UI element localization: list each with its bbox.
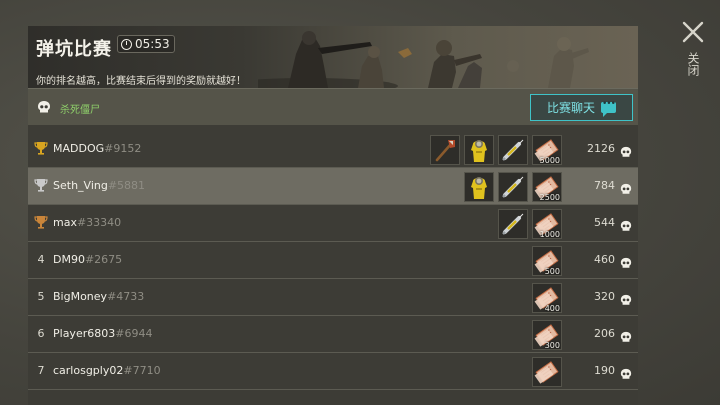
reward-quantity: 1000: [539, 230, 560, 239]
leaderboard-row[interactable]: 4 DM90#2675 500 460: [28, 242, 638, 279]
kill-score: 2126: [587, 142, 615, 155]
skull-icon: [38, 101, 50, 113]
leaderboard-row[interactable]: 6 Player6803#6944 300 206: [28, 316, 638, 353]
player-name-text: max: [53, 216, 77, 229]
player-name-text: BigMoney: [53, 290, 108, 303]
leaderboard-row[interactable]: 7 carlosgply02#7710 190: [28, 353, 638, 390]
event-subtitle: 你的排名越高，比赛结束后得到的奖励就越好！: [36, 76, 246, 87]
reward-quantity: 5000: [539, 156, 560, 165]
gold-trophy-icon: [33, 140, 49, 158]
kill-score: 784: [594, 179, 615, 192]
close-label[interactable]: 关闭: [686, 52, 700, 76]
reward-quantity: 400: [544, 304, 560, 313]
reward-slot[interactable]: [498, 172, 528, 202]
player-name-text: MADDOG: [53, 142, 105, 155]
player-name[interactable]: DM90#2675: [53, 253, 122, 266]
zombie-artwork: [258, 31, 589, 88]
reward-slot[interactable]: [498, 209, 528, 239]
player-tag: #5881: [107, 179, 146, 192]
objective-label: 杀死僵尸: [60, 105, 100, 116]
player-tag: #33340: [76, 216, 122, 229]
reward-slot[interactable]: [532, 357, 562, 387]
player-name[interactable]: carlosgply02#7710: [53, 364, 161, 377]
reward-slot[interactable]: 2500: [532, 172, 562, 202]
player-name[interactable]: MADDOG#9152: [53, 142, 141, 155]
player-name[interactable]: max#33340: [53, 216, 121, 229]
leaderboard-row[interactable]: Seth_Ving#5881 2500 784: [28, 168, 638, 205]
leaderboard-row[interactable]: max#33340 1000 544: [28, 205, 638, 242]
event-banner: 弹坑比赛 05:53 你的排名越高，比赛结束后得到的奖励就越好！: [28, 26, 638, 88]
reward-slot[interactable]: 300: [532, 320, 562, 350]
player-name-text: Player6803: [53, 327, 116, 340]
skull-icon: [620, 217, 632, 236]
kill-score: 206: [594, 327, 615, 340]
rank-number: 4: [37, 253, 45, 266]
timer-value: 05:53: [135, 37, 170, 51]
player-name-text: Seth_Ving: [53, 179, 108, 192]
silver-trophy-icon: [33, 177, 49, 195]
rank-number: 6: [37, 327, 45, 340]
player-name[interactable]: Seth_Ving#5881: [53, 179, 145, 192]
reward-slot[interactable]: [498, 135, 528, 165]
hazmat-suit-icon: [465, 173, 493, 205]
kill-score: 544: [594, 216, 615, 229]
skull-icon: [620, 143, 632, 162]
skull-icon: [620, 180, 632, 199]
rank-number: 5: [37, 290, 45, 303]
reward-slot[interactable]: 500: [532, 246, 562, 276]
rank-number: 7: [37, 364, 45, 377]
skull-icon: [620, 365, 632, 384]
kill-score: 460: [594, 253, 615, 266]
syringe-icon: [499, 210, 527, 242]
event-timer: 05:53: [117, 35, 175, 53]
player-tag: #7710: [123, 364, 161, 377]
reward-slot[interactable]: 5000: [532, 135, 562, 165]
syringe-icon: [499, 136, 527, 168]
leaderboard-row[interactable]: MADDOG#9152 5000 2126: [28, 131, 638, 168]
reward-slot[interactable]: 1000: [532, 209, 562, 239]
skull-icon: [620, 328, 632, 347]
player-tag: #6944: [115, 327, 153, 340]
leaderboard-row[interactable]: 5 BigMoney#4733 400 320: [28, 279, 638, 316]
axe-icon: [431, 136, 459, 168]
coupon-icon: [533, 358, 561, 390]
player-name-text: carlosgply02: [53, 364, 124, 377]
skull-icon: [620, 291, 632, 310]
player-name[interactable]: BigMoney#4733: [53, 290, 144, 303]
event-panel: 弹坑比赛 05:53 你的排名越高，比赛结束后得到的奖励就越好！ 杀死僵尸 比赛…: [28, 26, 638, 405]
player-tag: #2675: [84, 253, 123, 266]
bronze-trophy-icon: [33, 214, 49, 232]
match-chat-button[interactable]: 比赛聊天: [530, 94, 633, 121]
event-title: 弹坑比赛: [36, 39, 112, 60]
kill-score: 190: [594, 364, 615, 377]
reward-slot[interactable]: 400: [532, 283, 562, 313]
kill-score: 320: [594, 290, 615, 303]
leaderboard-list: MADDOG#9152 5000 2126 Seth_Ving#5881 2500 784…: [28, 131, 638, 390]
reward-quantity: 2500: [539, 193, 560, 202]
clock-icon: [121, 38, 132, 50]
reward-quantity: 300: [544, 341, 560, 350]
reward-slot[interactable]: [464, 135, 494, 165]
hazmat-suit-icon: [465, 136, 493, 168]
chat-bubble-icon: [601, 99, 616, 117]
close-icon[interactable]: [681, 20, 705, 44]
player-tag: #4733: [107, 290, 145, 303]
reward-quantity: 500: [544, 267, 560, 276]
player-tag: #9152: [104, 142, 142, 155]
player-name[interactable]: Player6803#6944: [53, 327, 152, 340]
player-name-text: DM90: [53, 253, 85, 266]
syringe-icon: [499, 173, 527, 205]
objective-bar: 杀死僵尸 比赛聊天: [28, 88, 638, 125]
match-chat-label: 比赛聊天: [546, 101, 595, 115]
reward-slot[interactable]: [430, 135, 460, 165]
reward-slot[interactable]: [464, 172, 494, 202]
skull-icon: [620, 254, 632, 273]
